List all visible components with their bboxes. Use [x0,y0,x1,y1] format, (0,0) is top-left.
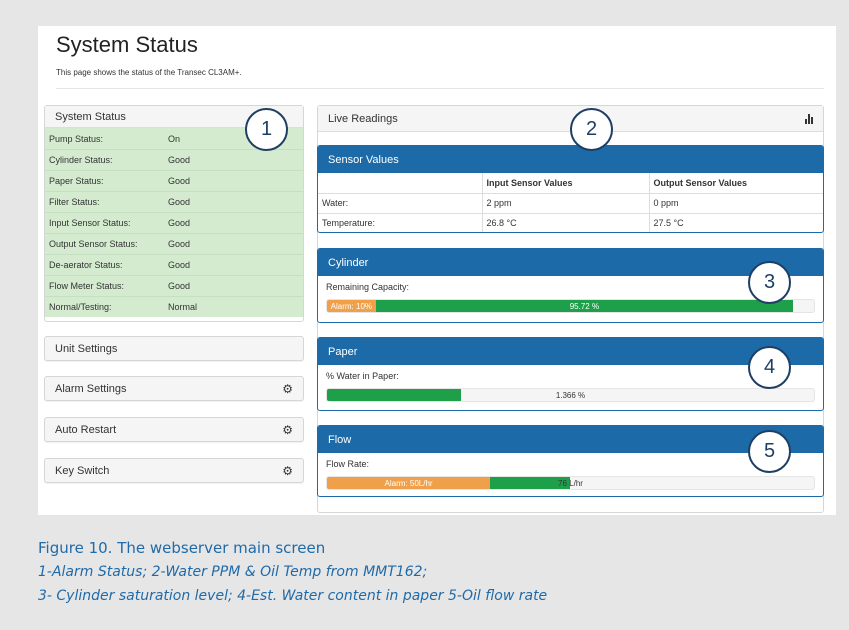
auto-restart-label: Auto Restart [55,423,117,436]
paper-heading: Paper [318,338,823,365]
sensor-values-heading: Sensor Values [318,146,823,173]
table-row: Water: 2 ppm 0 ppm [318,192,823,214]
paper-value-label: 1.366 % [555,390,586,400]
paper-progress: 1.366 % [326,388,815,402]
figure-caption-title: Figure 10. The webserver main screen [38,539,326,557]
alarm-settings-label: Alarm Settings [55,382,127,395]
gear-icon: ⚙ [282,381,293,396]
sensor-values-table: Input Sensor Values Output Sensor Values… [318,173,823,232]
cylinder-progress: Alarm: 10% 95.72 % [326,299,815,313]
status-row: Paper Status: Good [45,170,303,191]
sensor-values-card: Sensor Values Input Sensor Values Output… [317,145,824,233]
bar-chart-icon[interactable] [805,113,813,124]
status-row: Output Sensor Status: Good [45,233,303,254]
gear-icon: ⚙ [282,463,293,478]
unit-settings-button[interactable]: Unit Settings [44,336,304,361]
unit-settings-label: Unit Settings [55,342,118,355]
figure-caption-line-1: 1-Alarm Status; 2-Water PPM & Oil Temp f… [38,564,428,580]
status-table: Pump Status: On Cylinder Status: Good Pape… [45,128,303,317]
callout-5: 5 [748,430,791,473]
flow-card: Flow Flow Rate: Alarm: 50L/hr 76 L/hr [317,425,824,497]
callout-4: 4 [748,346,791,389]
flow-value-label: 76 L/hr [558,478,583,488]
status-row: Flow Meter Status: Good [45,275,303,296]
cylinder-value-segment: 95.72 % [375,300,794,312]
status-row: De-aerator Status: Good [45,254,303,275]
paper-card: Paper % Water in Paper: 1.366 % [317,337,824,411]
status-row: Input Sensor Status: Good [45,212,303,233]
auto-restart-button[interactable]: Auto Restart ⚙ [44,417,304,442]
table-row: Temperature: 26.8 °C 27.5 °C [318,212,823,232]
flow-progress: Alarm: 50L/hr 76 L/hr [326,476,815,490]
title-divider [56,88,824,89]
status-row: Filter Status: Good [45,191,303,212]
water-in-paper-label: % Water in Paper: [326,371,399,381]
page-title: System Status [56,32,198,57]
cylinder-alarm-segment: Alarm: 10% [327,300,376,312]
figure-caption-line-2: 3- Cylinder saturation level; 4-Est. Wat… [38,588,548,604]
status-row: Cylinder Status: Good [45,149,303,170]
callout-3: 3 [748,261,791,304]
input-sensor-header: Input Sensor Values [481,173,650,194]
output-sensor-header: Output Sensor Values [648,173,823,194]
key-switch-button[interactable]: Key Switch ⚙ [44,458,304,483]
alarm-settings-button[interactable]: Alarm Settings ⚙ [44,376,304,401]
callout-1: 1 [245,108,288,151]
callout-2: 2 [570,108,613,151]
flow-rate-label: Flow Rate: [326,459,370,469]
remaining-capacity-label: Remaining Capacity: [326,282,410,292]
key-switch-label: Key Switch [55,464,110,477]
gear-icon: ⚙ [282,422,293,437]
cylinder-heading: Cylinder [318,249,823,276]
status-row: Normal/Testing: Normal [45,296,303,317]
page-description: This page shows the status of the Transe… [56,68,242,77]
